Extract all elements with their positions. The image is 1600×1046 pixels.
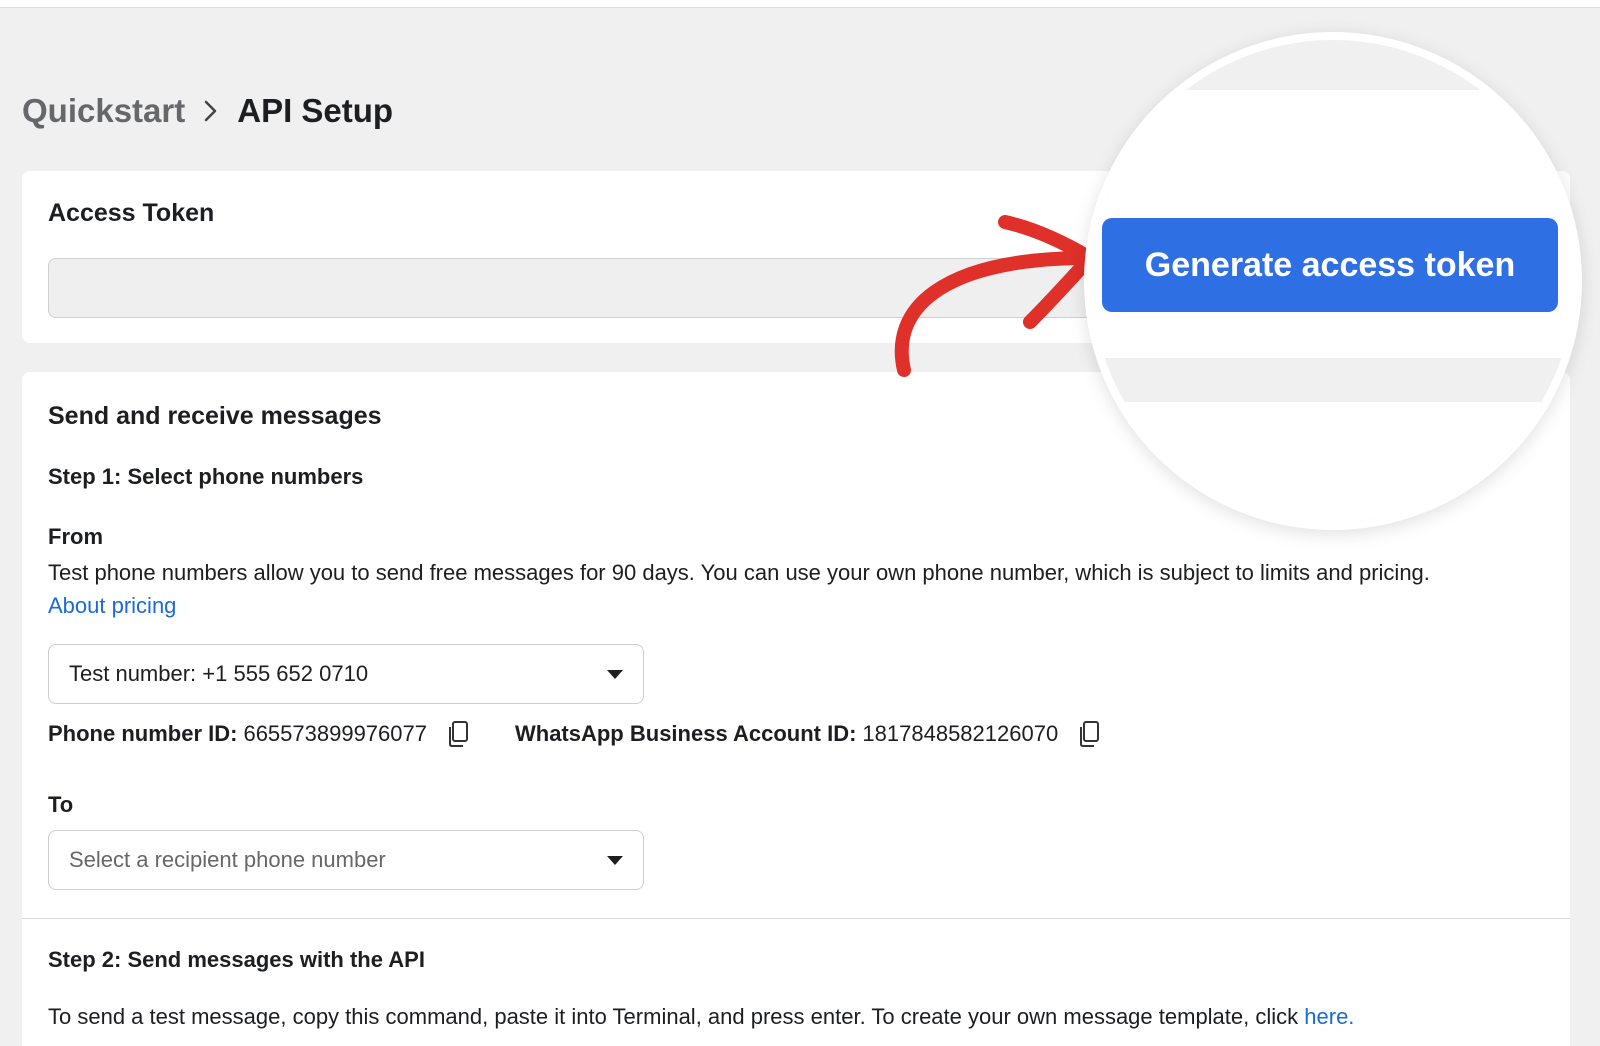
phone-id-value: 665573899976077 xyxy=(243,721,427,746)
breadcrumb-quickstart[interactable]: Quickstart xyxy=(22,92,185,130)
from-label: From xyxy=(48,524,103,549)
ids-row: Phone number ID: 665573899976077 WhatsAp… xyxy=(48,720,1146,748)
step2-description-text: To send a test message, copy this comman… xyxy=(48,1004,1305,1029)
step2-description: To send a test message, copy this comman… xyxy=(48,1004,1354,1030)
from-description-text: Test phone numbers allow you to send fre… xyxy=(48,560,1430,585)
generate-access-token-button[interactable]: Generate access token xyxy=(1102,218,1558,312)
from-number-select[interactable]: Test number: +1 555 652 0710 xyxy=(48,644,644,704)
caret-down-icon xyxy=(607,855,623,865)
top-bar xyxy=(0,0,1600,8)
chevron-right-icon xyxy=(203,99,219,123)
copy-icon[interactable] xyxy=(447,720,471,748)
breadcrumb: Quickstart API Setup xyxy=(22,92,393,130)
step1-title: Step 1: Select phone numbers xyxy=(48,464,364,489)
waba-id-label: WhatsApp Business Account ID: xyxy=(514,721,857,746)
recipient-select[interactable]: Select a recipient phone number xyxy=(48,830,644,890)
page-title: API Setup xyxy=(237,92,394,129)
from-description: Test phone numbers allow you to send fre… xyxy=(48,556,1528,622)
caret-down-icon xyxy=(607,669,623,679)
step2-title: Step 2: Send messages with the API xyxy=(48,947,425,972)
send-receive-title: Send and receive messages xyxy=(48,402,382,430)
phone-id-label: Phone number ID: xyxy=(48,721,238,746)
copy-icon[interactable] xyxy=(1078,720,1102,748)
access-token-title: Access Token xyxy=(48,199,215,227)
magnifier-callout: Generate access token xyxy=(1084,32,1582,530)
to-label: To xyxy=(48,792,74,817)
magnified-card-lower xyxy=(1092,402,1574,522)
here-link[interactable]: here. xyxy=(1304,1004,1354,1029)
recipient-placeholder: Select a recipient phone number xyxy=(69,847,386,872)
waba-id-value: 1817848582126070 xyxy=(862,721,1059,746)
about-pricing-link[interactable]: About pricing xyxy=(48,593,176,618)
from-number-value: Test number: +1 555 652 0710 xyxy=(69,661,369,686)
divider xyxy=(22,918,1570,919)
